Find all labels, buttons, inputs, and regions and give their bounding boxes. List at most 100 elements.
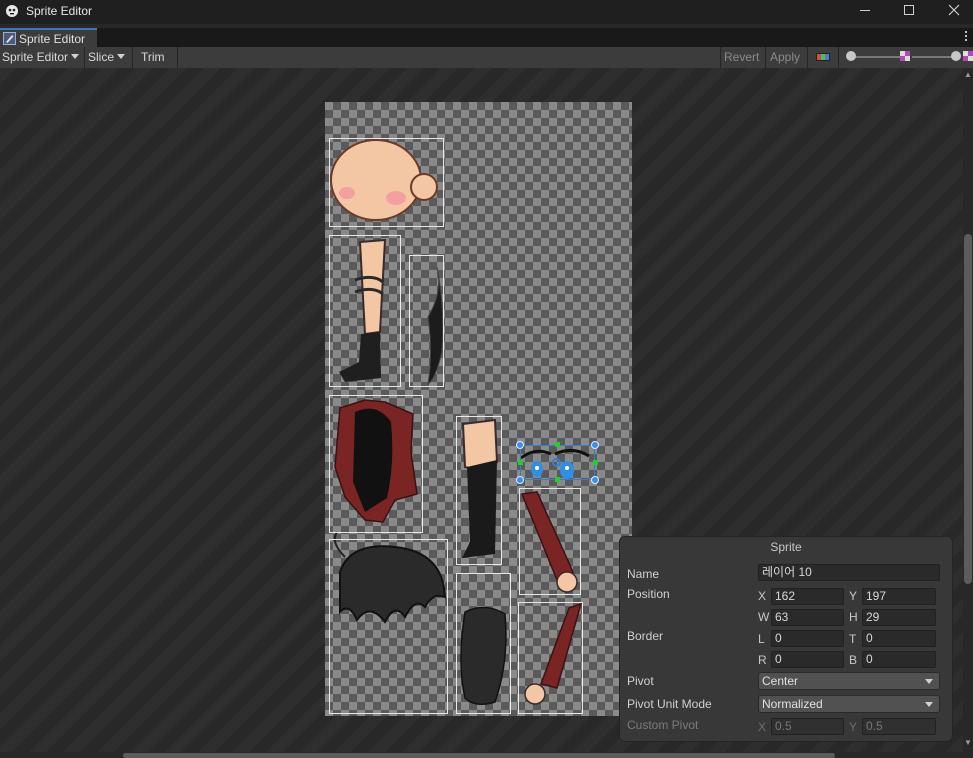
revert-label: Revert <box>724 50 760 64</box>
toolbar-divider <box>720 47 721 68</box>
sprite-editor-icon <box>3 32 16 45</box>
sprite-rect[interactable] <box>329 138 444 227</box>
pivot-unit-mode-label: Pivot Unit Mode <box>627 697 712 711</box>
scroll-down-icon[interactable]: ▼ <box>963 738 973 747</box>
chevron-down-icon <box>925 679 933 684</box>
custom-pivot-label: Custom Pivot <box>627 718 699 732</box>
resize-handle-top-right[interactable] <box>591 441 599 449</box>
zoom-slider-knob[interactable] <box>846 51 856 61</box>
trim-label: Trim <box>141 50 165 64</box>
trim-button[interactable]: Trim <box>139 47 177 68</box>
vertical-scroll-thumb[interactable] <box>964 234 972 584</box>
sprite-rect[interactable] <box>518 602 583 714</box>
w-axis-label: W <box>758 610 770 624</box>
y-axis-label: Y <box>849 589 858 603</box>
name-field[interactable]: 레이어 10 <box>758 564 940 581</box>
toolbar-divider <box>807 47 808 68</box>
minimize-button[interactable] <box>855 2 875 20</box>
position-label: Position <box>627 587 670 601</box>
toolbar-divider <box>84 47 85 68</box>
maximize-icon <box>904 5 914 15</box>
zoom-slider-track[interactable] <box>850 56 900 58</box>
toolbar-divider <box>132 47 133 68</box>
border-right-field[interactable]: 0 <box>771 651 844 668</box>
revert-button[interactable]: Revert <box>722 47 764 68</box>
panel-title: Sprite <box>770 540 802 554</box>
toolbar-divider <box>838 47 839 68</box>
checker-small-icon <box>900 51 910 61</box>
border-handle-right[interactable] <box>593 460 598 465</box>
custom-pivot-y-label: Y <box>849 720 858 734</box>
checker-large-icon <box>963 51 973 61</box>
toolbar-divider <box>177 47 178 68</box>
rgb-channels-icon <box>816 53 830 61</box>
sprite-rect[interactable] <box>456 573 511 714</box>
b-axis-label: B <box>849 653 858 667</box>
editor-mode-dropdown[interactable]: Sprite Editor <box>0 47 83 68</box>
tab-sprite-editor[interactable]: Sprite Editor <box>0 28 97 47</box>
sprite-properties-panel: Sprite Name 레이어 10 Position X 162 Y 197 … <box>619 536 953 742</box>
scroll-up-icon[interactable]: ▲ <box>963 70 973 79</box>
sprite-rect[interactable] <box>409 255 444 387</box>
border-handle-left[interactable] <box>518 460 523 465</box>
maximize-button[interactable] <box>899 2 919 20</box>
custom-pivot-y-field[interactable]: 0.5 <box>862 718 936 735</box>
pivot-value: Center <box>762 674 799 688</box>
color-channel-toggle[interactable] <box>814 47 834 68</box>
apply-button[interactable]: Apply <box>768 47 806 68</box>
window-title: Sprite Editor <box>26 4 93 18</box>
tab-menu-button[interactable] <box>963 30 969 42</box>
pivot-label: Pivot <box>627 674 654 688</box>
chevron-down-icon <box>71 54 80 59</box>
sprite-sheet-texture[interactable] <box>325 102 632 716</box>
title-bar: Sprite Editor <box>0 0 973 24</box>
border-top-field[interactable]: 0 <box>862 630 936 647</box>
position-x-field[interactable]: 162 <box>771 588 844 605</box>
x-axis-label: X <box>758 589 767 603</box>
t-axis-label: T <box>849 632 857 646</box>
toolbar-divider <box>765 47 766 68</box>
close-button[interactable] <box>944 2 964 20</box>
unity-logo-icon <box>6 5 18 17</box>
width-field[interactable]: 63 <box>771 609 844 626</box>
border-label: Border <box>627 629 664 643</box>
horizontal-scroll-thumb[interactable] <box>123 753 835 758</box>
border-bottom-field[interactable]: 0 <box>862 651 936 668</box>
h-axis-label: H <box>849 610 858 624</box>
more-vertical-icon <box>964 30 968 42</box>
custom-pivot-x-label: X <box>758 720 767 734</box>
sprite-rect[interactable] <box>329 395 423 533</box>
editor-mode-label: Sprite Editor <box>2 50 69 64</box>
height-field[interactable]: 29 <box>862 609 936 626</box>
l-axis-label: L <box>758 632 765 646</box>
sprite-rect[interactable] <box>329 235 401 387</box>
sprite-rect[interactable] <box>329 539 448 714</box>
border-left-field[interactable]: 0 <box>771 630 844 647</box>
slice-label: Slice <box>88 50 115 64</box>
apply-label: Apply <box>770 50 801 64</box>
position-y-field[interactable]: 197 <box>862 588 936 605</box>
mip-slider-knob[interactable] <box>951 51 961 61</box>
vertical-scrollbar[interactable]: ▲ ▼ <box>963 68 973 752</box>
pivot-unit-mode-dropdown[interactable]: Normalized <box>758 695 940 713</box>
horizontal-scrollbar[interactable] <box>0 752 963 758</box>
custom-pivot-x-field[interactable]: 0.5 <box>771 718 844 735</box>
resize-handle-top-left[interactable] <box>516 441 524 449</box>
r-axis-label: R <box>758 653 767 667</box>
pivot-dropdown[interactable]: Center <box>758 672 940 690</box>
resize-handle-bottom-left[interactable] <box>516 476 524 484</box>
close-icon <box>948 4 960 16</box>
border-handle-top[interactable] <box>555 442 560 447</box>
chevron-down-icon <box>117 54 126 59</box>
pivot-handle[interactable] <box>552 458 561 467</box>
tab-bar: Sprite Editor <box>0 28 973 47</box>
slice-dropdown[interactable]: Slice <box>86 47 131 68</box>
sprite-rect[interactable] <box>519 488 581 595</box>
resize-handle-bottom-right[interactable] <box>591 476 599 484</box>
name-label: Name <box>627 567 660 581</box>
chevron-down-icon <box>925 702 933 707</box>
sprite-rect[interactable] <box>456 416 502 565</box>
border-handle-bottom[interactable] <box>555 477 560 482</box>
pivot-unit-mode-value: Normalized <box>762 697 823 711</box>
tab-label: Sprite Editor <box>19 32 86 46</box>
